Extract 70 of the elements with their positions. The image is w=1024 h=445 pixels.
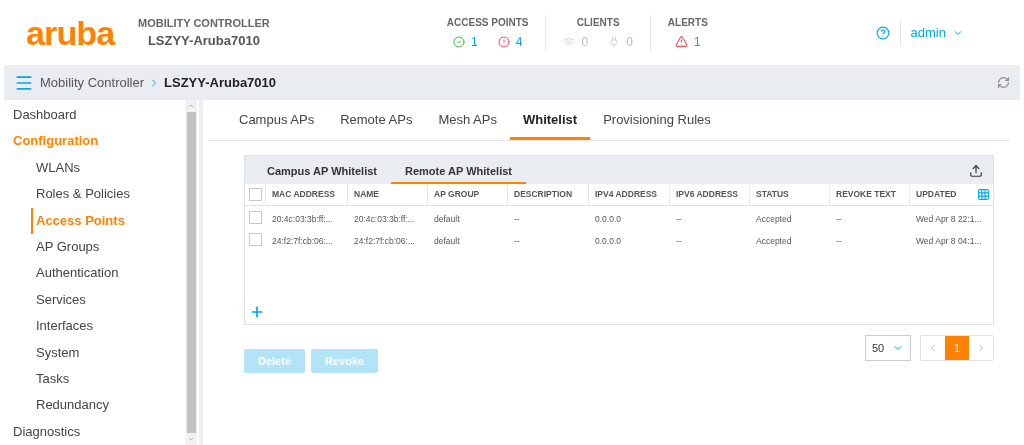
column-header[interactable]: DESCRIPTION xyxy=(514,188,573,201)
table-cell: Wed Apr 8 04:1... xyxy=(916,236,982,246)
tab[interactable]: Mesh APs xyxy=(425,109,510,140)
column-header[interactable]: IPV4 ADDRESS xyxy=(595,188,658,201)
table-cell: Accepted xyxy=(756,236,792,246)
table-cell: default xyxy=(434,236,460,246)
wifi-icon xyxy=(563,35,576,48)
logo: aruba xyxy=(26,15,117,50)
checkbox[interactable] xyxy=(248,188,262,201)
table-cell: Accepted xyxy=(756,214,792,224)
column-header[interactable]: UPDATED xyxy=(916,188,957,201)
nav-item[interactable]: System xyxy=(31,339,185,366)
nav-section[interactable]: Dashboard xyxy=(13,102,185,129)
column-header[interactable]: IPV6 ADDRESS xyxy=(676,188,739,201)
subtab[interactable]: Remote AP Whitelist xyxy=(391,162,526,184)
checkbox[interactable] xyxy=(248,210,262,224)
column-header[interactable]: NAME xyxy=(354,188,380,201)
nav-section[interactable]: Diagnostics xyxy=(13,418,185,445)
column-header[interactable]: AP GROUP xyxy=(434,188,480,201)
breadcrumb-current: LSZYY-Aruba7010 xyxy=(164,73,277,92)
check-circle-icon xyxy=(452,35,465,48)
table-cell: 0.0.0.0 xyxy=(595,236,621,246)
table-cell: -- xyxy=(836,214,842,224)
column-header[interactable]: REVOKE TEXT xyxy=(836,188,896,201)
nav-item[interactable]: AP Groups xyxy=(31,233,185,261)
refresh-icon[interactable] xyxy=(997,76,1010,89)
stat-title: ACCESS POINTS xyxy=(446,15,529,30)
table-cell: -- xyxy=(836,236,842,246)
nav-item[interactable]: Authentication xyxy=(31,260,185,287)
nav-item[interactable]: WLANs xyxy=(31,154,185,182)
subtab[interactable]: Campus AP Whitelist xyxy=(253,162,392,184)
plug-icon xyxy=(608,35,621,48)
product-label: MOBILITY CONTROLLER xyxy=(138,15,270,31)
table-cell: -- xyxy=(676,236,682,246)
nav-item[interactable]: Services xyxy=(31,286,185,314)
page-size-select[interactable]: 50 xyxy=(865,335,911,361)
alert-circle-icon xyxy=(497,35,510,48)
table-cell: 24:f2:7f:cb:06:... xyxy=(272,236,333,246)
table-cell: Wed Apr 8 22:1... xyxy=(916,214,982,224)
tab[interactable]: Remote APs xyxy=(327,109,426,140)
export-icon[interactable] xyxy=(969,164,983,178)
tab[interactable]: Campus APs xyxy=(226,109,328,140)
nav-item[interactable]: Interfaces xyxy=(31,313,185,340)
table-cell: 20:4c:03:3b:ff:... xyxy=(354,214,415,224)
breadcrumb-link[interactable]: Mobility Controller xyxy=(40,72,145,93)
stat-title: ALERTS xyxy=(667,15,708,30)
nav-item[interactable]: Roles & Policies xyxy=(31,181,185,208)
table-cell: -- xyxy=(676,214,682,224)
table-cell: -- xyxy=(514,236,520,246)
columns-icon[interactable] xyxy=(977,188,990,201)
stat-title: CLIENTS xyxy=(576,15,620,30)
nav-item[interactable]: Redundancy xyxy=(31,392,185,419)
table-cell: 0.0.0.0 xyxy=(595,214,621,224)
tab[interactable]: Whitelist xyxy=(509,109,591,140)
device-name: LSZYY-Aruba7010 xyxy=(147,32,260,50)
scrollbar[interactable] xyxy=(185,100,197,445)
table-cell: 24:f2:7f:cb:06:... xyxy=(354,236,415,246)
table-cell: 20:4c:03:3b:ff:... xyxy=(272,214,333,224)
column-header[interactable]: MAC ADDRESS xyxy=(272,188,335,201)
nav-item[interactable]: Tasks xyxy=(31,365,185,393)
checkbox[interactable] xyxy=(248,232,262,246)
table-cell: -- xyxy=(514,214,520,224)
column-header[interactable]: STATUS xyxy=(756,188,789,201)
tab[interactable]: Provisioning Rules xyxy=(590,109,724,140)
table-cell: default xyxy=(434,214,460,224)
help-icon[interactable] xyxy=(875,25,890,40)
scroll-down-icon[interactable] xyxy=(187,435,195,443)
add-icon[interactable] xyxy=(249,304,265,320)
warning-icon xyxy=(675,35,688,48)
scroll-up-icon[interactable] xyxy=(187,102,195,110)
